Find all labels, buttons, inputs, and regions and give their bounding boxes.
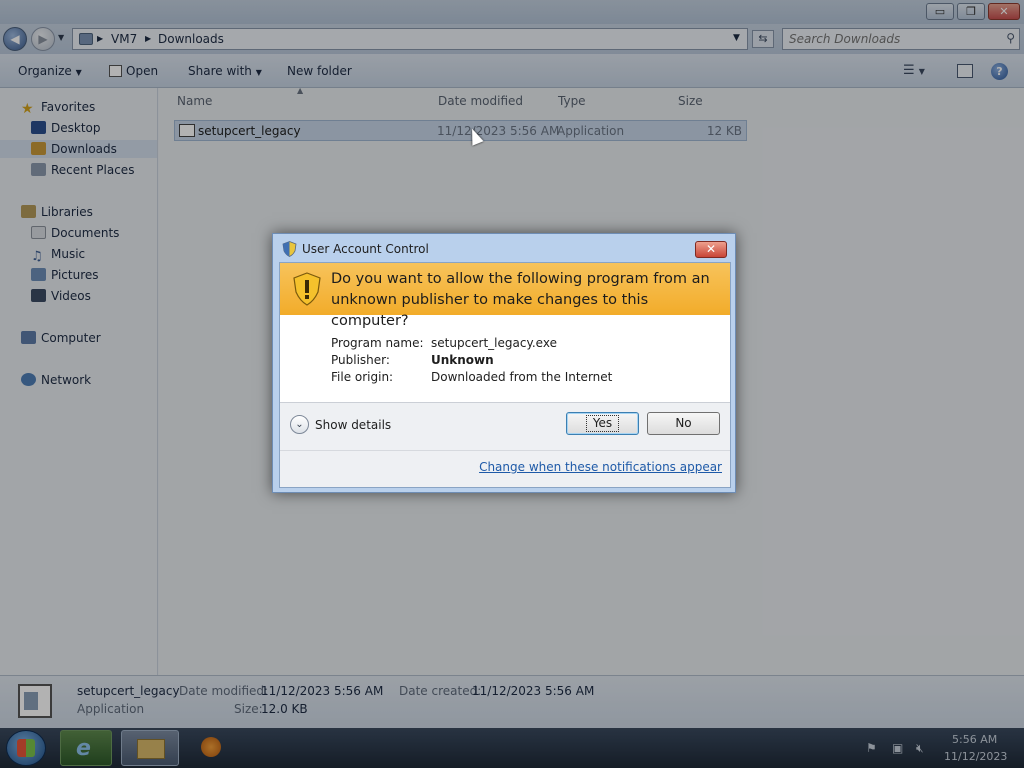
uac-shield-icon (282, 241, 297, 257)
yes-button[interactable]: Yes (566, 412, 639, 435)
warning-banner: Do you want to allow the following progr… (280, 263, 730, 329)
program-name-label: Program name: (331, 336, 424, 350)
show-details-label[interactable]: Show details (315, 418, 391, 432)
file-origin-value: Downloaded from the Internet (431, 370, 613, 384)
uac-lower-section: ⌄ Show details Yes No Change when these … (280, 403, 730, 487)
program-name-value: setupcert_legacy.exe (431, 336, 557, 350)
show-details-toggle[interactable]: ⌄ (290, 415, 309, 434)
change-notifications-link[interactable]: Change when these notifications appear (479, 460, 722, 474)
uac-close-button[interactable]: ✕ (695, 241, 727, 258)
uac-body: Do you want to allow the following progr… (279, 262, 731, 488)
uac-title: User Account Control (302, 242, 429, 256)
file-origin-label: File origin: (331, 370, 394, 384)
uac-dialog: User Account Control ✕ Do you want to al… (272, 233, 736, 493)
warning-shield-icon (293, 272, 321, 306)
no-button[interactable]: No (647, 412, 720, 435)
publisher-value: Unknown (431, 353, 494, 367)
yes-label: Yes (585, 415, 620, 432)
divider (280, 450, 730, 451)
uac-question: Do you want to allow the following progr… (331, 271, 710, 329)
close-icon: ✕ (705, 242, 717, 256)
publisher-label: Publisher: (331, 353, 390, 367)
chevron-down-icon: ⌄ (295, 419, 304, 430)
